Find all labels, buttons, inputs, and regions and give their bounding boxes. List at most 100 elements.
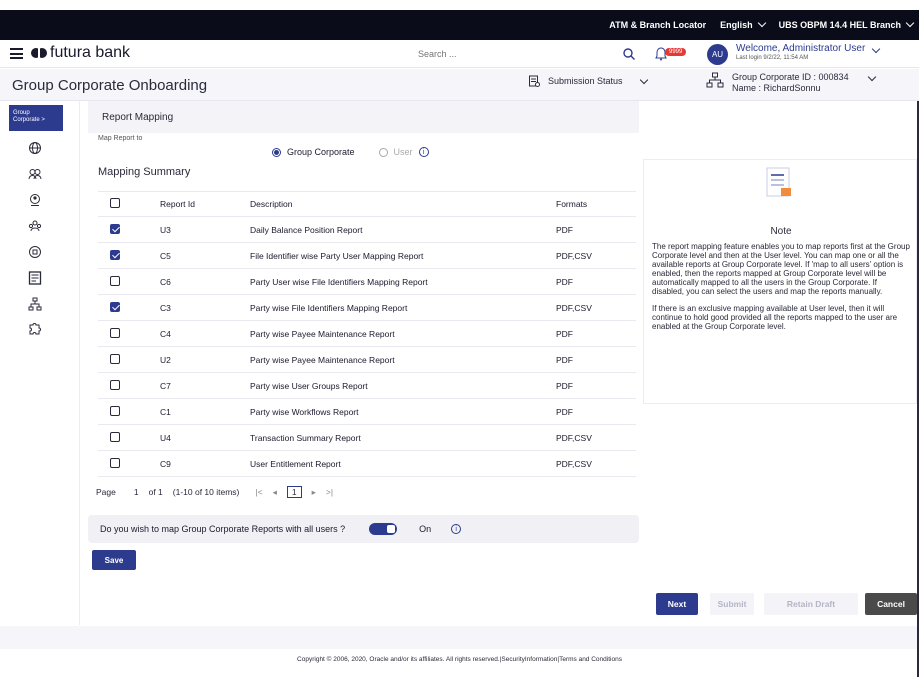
branch-label: UBS OBPM 14.4 HEL Branch	[778, 20, 901, 30]
description-cell: Party wise Workflows Report	[250, 406, 359, 417]
row-checkbox[interactable]	[110, 353, 120, 364]
notification-bell[interactable]: 9999	[655, 46, 691, 62]
table-row[interactable]: C7 Party wise User Groups Report PDF	[98, 373, 636, 399]
retain-draft-button[interactable]: Retain Draft	[764, 593, 858, 615]
section-header: Report Mapping	[88, 101, 639, 133]
document-status-icon	[529, 75, 540, 87]
description-cell: Party wise Payee Maintenance Report	[250, 354, 395, 365]
section-title: Report Mapping	[102, 112, 174, 123]
sitemap-icon[interactable]	[28, 297, 42, 311]
column-header-report-id: Report Id	[160, 199, 195, 209]
language-label: English	[720, 20, 753, 30]
radio-user[interactable]: User i	[378, 147, 429, 157]
formats-cell: PDF	[556, 224, 573, 235]
note-paragraph: The report mapping feature enables you t…	[652, 242, 910, 296]
map-report-to-radio-group: Group Corporate User i	[272, 147, 429, 157]
next-button[interactable]: Next	[656, 593, 698, 615]
first-page-icon[interactable]: |<	[255, 487, 262, 497]
report-icon[interactable]	[28, 271, 42, 285]
table-row[interactable]: C4 Party wise Payee Maintenance Report PDF	[98, 321, 636, 347]
table-header-row: Report Id Description Formats	[98, 191, 636, 217]
chevron-down-icon	[757, 18, 766, 28]
formats-cell: PDF	[556, 354, 573, 365]
note-title: Note	[770, 226, 792, 237]
report-id-cell: C1	[160, 406, 171, 417]
table-row[interactable]: U3 Daily Balance Position Report PDF	[98, 217, 636, 243]
table-row[interactable]: C9 User Entitlement Report PDF,CSV	[98, 451, 636, 477]
menu-icon[interactable]	[10, 48, 23, 59]
description-cell: Party wise Payee Maintenance Report	[250, 328, 395, 339]
cancel-button[interactable]: Cancel	[865, 593, 917, 615]
formats-cell: PDF	[556, 406, 573, 417]
mapping-summary-table: Report Id Description Formats U3 Daily Ba…	[98, 191, 636, 477]
report-id-cell: U2	[160, 354, 171, 365]
notification-count-badge: 9999	[665, 48, 687, 56]
table-row[interactable]: U4 Transaction Summary Report PDF,CSV	[98, 425, 636, 451]
chevron-down-icon	[905, 18, 915, 28]
prev-page-icon[interactable]: ◂	[273, 487, 277, 498]
note-text: The report mapping feature enables you t…	[652, 242, 910, 339]
map-report-to-label: Map Report to	[98, 135, 143, 142]
table-row[interactable]: U2 Party wise Payee Maintenance Report PDF	[98, 347, 636, 373]
formats-cell: PDF,CSV	[556, 302, 592, 313]
rail-item-label: Corporate >	[13, 117, 45, 123]
language-selector[interactable]: English	[720, 18, 766, 30]
users-group-icon[interactable]	[28, 219, 42, 233]
radio-selected-icon	[272, 147, 281, 157]
radio-label: Group Corporate	[287, 147, 355, 157]
row-checkbox[interactable]	[110, 301, 120, 312]
table-row[interactable]: C6 Party User wise File Identifiers Mappi…	[98, 269, 636, 295]
description-cell: Party User wise File Identifiers Mapping…	[250, 276, 428, 287]
table-row[interactable]: C1 Party wise Workflows Report PDF	[98, 399, 636, 425]
row-checkbox[interactable]	[110, 249, 120, 260]
row-checkbox[interactable]	[110, 379, 120, 390]
page-total: of 1	[148, 487, 163, 497]
report-id-cell: C5	[160, 250, 171, 261]
globe-icon[interactable]	[28, 141, 42, 155]
user-welcome[interactable]: Welcome, Administrator User Last login 9…	[736, 43, 881, 61]
rail-item-label: Group	[13, 110, 30, 116]
avatar[interactable]: AU	[707, 44, 728, 65]
table-row[interactable]: C5 File Identifier wise Party User Mappin…	[98, 243, 636, 269]
workflow-icon[interactable]	[28, 245, 42, 259]
submission-status-dropdown[interactable]: Submission Status	[528, 75, 648, 87]
info-icon[interactable]: i	[451, 524, 462, 534]
puzzle-icon[interactable]	[28, 321, 42, 335]
report-id-cell: U3	[160, 224, 171, 235]
group-corporate-name: Name : RichardSonnu	[732, 83, 821, 93]
brand-logo[interactable]: futura bank	[30, 44, 130, 62]
row-checkbox[interactable]	[110, 223, 120, 234]
info-icon[interactable]: i	[418, 147, 429, 157]
formats-cell: PDF	[556, 380, 573, 391]
description-cell: Transaction Summary Report	[250, 432, 361, 443]
last-page-icon[interactable]: >|	[326, 487, 333, 497]
current-page-box[interactable]: 1	[286, 486, 302, 498]
row-checkbox[interactable]	[110, 327, 120, 338]
description-cell: User Entitlement Report	[250, 458, 341, 469]
step-navigation-rail: Group Corporate >	[0, 101, 80, 625]
map-all-users-question: Do you wish to map Group Corporate Repor…	[100, 524, 346, 534]
description-cell: Party wise User Groups Report	[250, 380, 368, 391]
atm-branch-locator-link[interactable]: ATM & Branch Locator	[609, 20, 706, 30]
submit-button[interactable]: Submit	[710, 593, 754, 615]
radio-group-corporate[interactable]: Group Corporate	[272, 147, 355, 157]
row-checkbox[interactable]	[110, 405, 120, 416]
formats-cell: PDF,CSV	[556, 432, 592, 443]
row-checkbox[interactable]	[110, 431, 120, 442]
search-icon[interactable]	[622, 47, 636, 61]
users-money-icon[interactable]	[28, 167, 42, 181]
search-input[interactable]	[418, 46, 638, 62]
report-id-cell: C6	[160, 276, 171, 287]
mapping-summary-title: Mapping Summary	[98, 166, 191, 178]
group-corporate-selector[interactable]: Group Corporate ID : 000834 Name : Richa…	[706, 72, 876, 94]
select-all-checkbox[interactable]	[110, 198, 120, 208]
row-checkbox[interactable]	[110, 457, 120, 468]
rail-item-group-corporate[interactable]: Group Corporate >	[9, 105, 63, 131]
table-row[interactable]: C3 Party wise File Identifiers Mapping Re…	[98, 295, 636, 321]
branch-selector[interactable]: UBS OBPM 14.4 HEL Branch	[778, 18, 915, 30]
row-checkbox[interactable]	[110, 275, 120, 286]
next-page-icon[interactable]: ▸	[312, 487, 316, 498]
save-button[interactable]: Save	[92, 550, 136, 570]
map-all-users-toggle[interactable]	[369, 523, 398, 535]
user-circle-icon[interactable]	[28, 193, 42, 207]
